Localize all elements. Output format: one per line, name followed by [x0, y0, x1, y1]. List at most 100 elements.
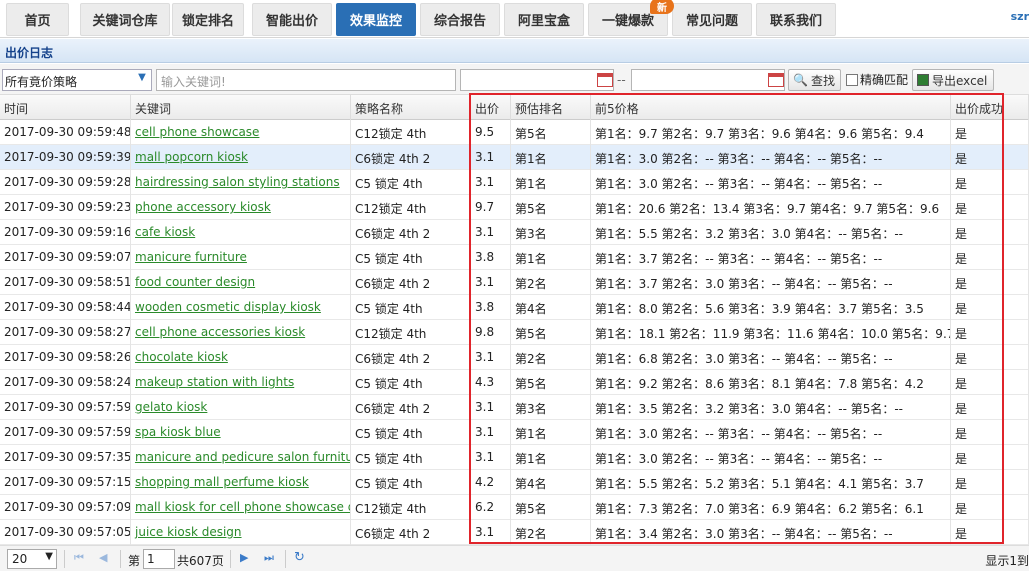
col-top5-price-cell: 第1名：5.5 第2名：5.2 第3名：5.1 第4名：4.1 第5名：3.7 — [591, 470, 951, 495]
tab-home[interactable]: 首页 — [6, 3, 69, 36]
table-row[interactable]: 2017-09-30 09:59:28 hairdressing salon st… — [0, 170, 1029, 195]
search-button-label: 查找 — [810, 73, 835, 88]
page-number-input[interactable]: 1 — [143, 549, 175, 569]
next-page-icon[interactable]: ▶ — [240, 551, 248, 564]
col-keyword-cell[interactable]: food counter design — [131, 270, 351, 295]
refresh-icon[interactable]: ↻ — [294, 550, 305, 565]
page-number-value: 1 — [147, 552, 155, 566]
tab-smart-bid[interactable]: 智能出价 — [252, 3, 332, 36]
col-keyword-cell[interactable]: mall kiosk for cell phone showcase d — [131, 495, 351, 520]
tab-contact[interactable]: 联系我们 — [756, 3, 836, 36]
date-separator: -- — [617, 73, 626, 87]
col-strategy-header[interactable]: 策略名称 — [351, 95, 471, 120]
col-bid-success-cell: 是 — [951, 195, 1029, 220]
col-keyword-header[interactable]: 关键词 — [131, 95, 351, 120]
export-excel-button[interactable]: 导出excel — [912, 69, 994, 91]
table-row[interactable]: 2017-09-30 09:58:27 cell phone accessorie… — [0, 320, 1029, 345]
col-bid-success-cell: 是 — [951, 395, 1029, 420]
checkbox-box[interactable] — [846, 73, 858, 86]
start-date-input[interactable] — [460, 69, 614, 91]
table-row[interactable]: 2017-09-30 09:57:05 juice kiosk design C6锁… — [0, 520, 1029, 545]
col-strategy-cell: C6锁定 4th 2 — [351, 520, 471, 545]
table-row[interactable]: 2017-09-30 09:57:09 mall kiosk for cell p… — [0, 495, 1029, 520]
col-est-rank-cell: 第1名 — [511, 420, 591, 445]
table-row[interactable]: 2017-09-30 09:57:35 manicure and pedicure… — [0, 445, 1029, 470]
panel-title: 出价日志 — [0, 39, 1029, 63]
col-time-header[interactable]: 时间 — [0, 95, 131, 120]
col-keyword-cell[interactable]: mall popcorn kiosk — [131, 145, 351, 170]
col-bid-cell: 3.1 — [471, 395, 511, 420]
keyword-input[interactable]: 输入关键词! — [156, 69, 456, 91]
col-top5-price-cell: 第1名：18.1 第2名：11.9 第3名：11.6 第4名：10.0 第5名：… — [591, 320, 951, 345]
col-keyword-cell[interactable]: phone accessory kiosk — [131, 195, 351, 220]
col-keyword-cell[interactable]: spa kiosk blue — [131, 420, 351, 445]
col-top5-price-cell: 第1名：3.5 第2名：3.2 第3名：3.0 第4名：-- 第5名：-- — [591, 395, 951, 420]
col-bid-success-cell: 是 — [951, 470, 1029, 495]
new-badge: 新 — [650, 0, 674, 14]
tab-report[interactable]: 综合报告 — [420, 3, 500, 36]
col-bid-header[interactable]: 出价 — [471, 95, 511, 120]
calendar-icon[interactable] — [768, 73, 784, 87]
col-keyword-cell[interactable]: hairdressing salon styling stations — [131, 170, 351, 195]
col-est-rank-cell: 第3名 — [511, 395, 591, 420]
col-top5-price-cell: 第1名：3.0 第2名：-- 第3名：-- 第4名：-- 第5名：-- — [591, 445, 951, 470]
top-nav: 首页 关键词仓库 锁定排名 智能出价 效果监控 综合报告 阿里宝盒 一键爆款 常见问题 联系我们新… — [0, 0, 1029, 38]
strategy-select[interactable]: 所有竟价策略 ▼ — [2, 69, 152, 91]
col-est-rank-cell: 第3名 — [511, 220, 591, 245]
table-row[interactable]: 2017-09-30 09:58:24 makeup station with l… — [0, 370, 1029, 395]
end-date-input[interactable] — [631, 69, 785, 91]
col-keyword-cell[interactable]: wooden cosmetic display kiosk — [131, 295, 351, 320]
col-bid-success-cell: 是 — [951, 495, 1029, 520]
table-row[interactable]: 2017-09-30 09:57:59 gelato kiosk C6锁定 4th … — [0, 395, 1029, 420]
col-bid-success-cell: 是 — [951, 270, 1029, 295]
search-button[interactable]: 🔍 查找 — [788, 69, 841, 91]
table-row[interactable]: 2017-09-30 09:59:16 cafe kiosk C6锁定 4th 23… — [0, 220, 1029, 245]
calendar-icon[interactable] — [597, 73, 613, 87]
col-strategy-cell: C6锁定 4th 2 — [351, 145, 471, 170]
tab-ali-box[interactable]: 阿里宝盒 — [504, 3, 584, 36]
col-top5-price-header[interactable]: 前5价格 — [591, 95, 951, 120]
table-row[interactable]: 2017-09-30 09:58:51 food counter design C6… — [0, 270, 1029, 295]
tab-lock-rank[interactable]: 锁定排名 — [172, 3, 244, 36]
tab-effect-monitor[interactable]: 效果监控 — [336, 3, 416, 36]
col-keyword-cell[interactable]: gelato kiosk — [131, 395, 351, 420]
table-row[interactable]: 2017-09-30 09:59:23 phone accessory kiosk… — [0, 195, 1029, 220]
prev-page-icon[interactable]: ◀ — [99, 551, 107, 564]
table-row[interactable]: 2017-09-30 09:57:59 spa kiosk blue C5 锁定 4… — [0, 420, 1029, 445]
col-keyword-cell[interactable]: chocolate kiosk — [131, 345, 351, 370]
col-top5-price-cell: 第1名：8.0 第2名：5.6 第3名：3.9 第4名：3.7 第5名：3.5 — [591, 295, 951, 320]
table-row[interactable]: 2017-09-30 09:57:15 shopping mall perfume… — [0, 470, 1029, 495]
table-header: 时间 关键词 策略名称 出价 预估排名 前5价格 出价成功 — [0, 95, 1029, 120]
col-time-cell: 2017-09-30 09:58:26 — [0, 345, 131, 370]
divider — [120, 550, 121, 568]
page-size-value: 20 — [12, 552, 28, 566]
table-row[interactable]: 2017-09-30 09:58:26 chocolate kiosk C6锁定 4… — [0, 345, 1029, 370]
tab-faq[interactable]: 常见问题 — [672, 3, 752, 36]
col-keyword-cell[interactable]: juice kiosk design — [131, 520, 351, 545]
table-row[interactable]: 2017-09-30 09:59:07 manicure furniture C5 … — [0, 245, 1029, 270]
col-est-rank-cell: 第5名 — [511, 195, 591, 220]
first-page-icon[interactable]: ⏮ — [74, 551, 84, 565]
col-keyword-cell[interactable]: manicure and pedicure salon furniture — [131, 445, 351, 470]
col-keyword-cell[interactable]: makeup station with lights — [131, 370, 351, 395]
tab-keyword-warehouse[interactable]: 关键词仓库 — [80, 3, 170, 36]
col-est-rank-header[interactable]: 预估排名 — [511, 95, 591, 120]
col-keyword-cell[interactable]: cell phone showcase — [131, 120, 351, 145]
col-time-cell: 2017-09-30 09:57:35 — [0, 445, 131, 470]
page-size-select[interactable]: 20 ▼ — [7, 549, 57, 569]
col-bid-success-header[interactable]: 出价成功 — [951, 95, 1029, 120]
table-row[interactable]: 2017-09-30 09:58:44 wooden cosmetic displ… — [0, 295, 1029, 320]
col-top5-price-cell: 第1名：3.0 第2名：-- 第3名：-- 第4名：-- 第5名：-- — [591, 145, 951, 170]
col-time-cell: 2017-09-30 09:59:39 — [0, 145, 131, 170]
col-bid-cell: 3.1 — [471, 220, 511, 245]
table-row[interactable]: 2017-09-30 09:59:48 cell phone showcase C1… — [0, 120, 1029, 145]
col-keyword-cell[interactable]: cell phone accessories kiosk — [131, 320, 351, 345]
col-est-rank-cell: 第1名 — [511, 145, 591, 170]
col-keyword-cell[interactable]: manicure furniture — [131, 245, 351, 270]
table-row[interactable]: 2017-09-30 09:59:39 mall popcorn kiosk C6锁… — [0, 145, 1029, 170]
col-bid-success-cell: 是 — [951, 145, 1029, 170]
exact-match-checkbox[interactable]: 精确匹配 — [846, 71, 908, 88]
last-page-icon[interactable]: ⏭ — [264, 551, 274, 565]
col-keyword-cell[interactable]: shopping mall perfume kiosk — [131, 470, 351, 495]
col-keyword-cell[interactable]: cafe kiosk — [131, 220, 351, 245]
